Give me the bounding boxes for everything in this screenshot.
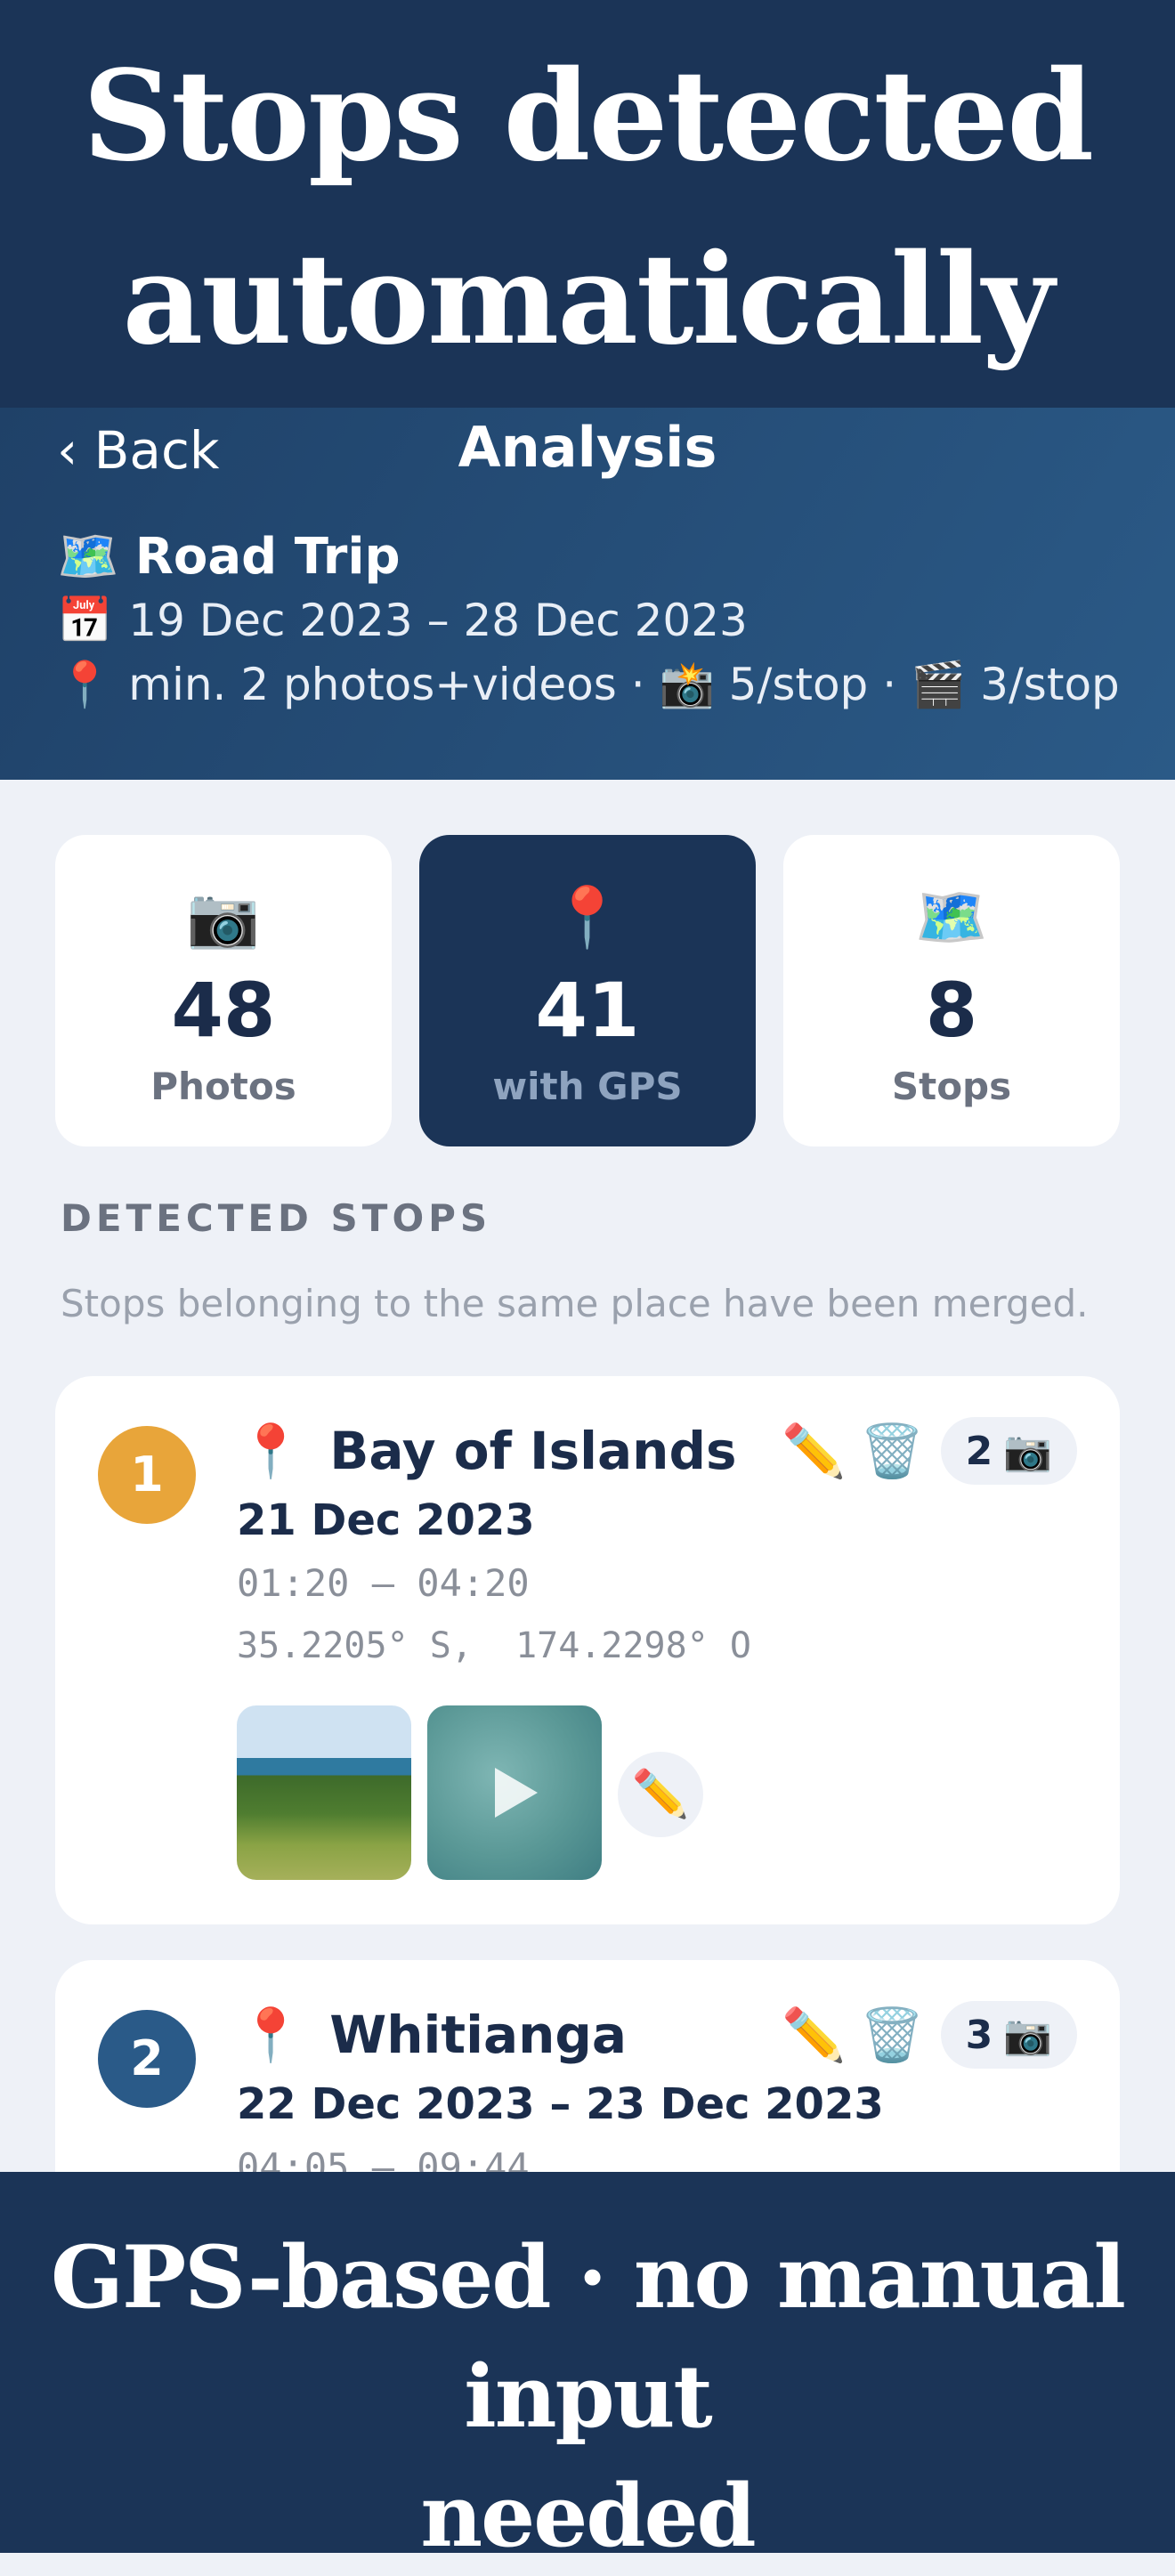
map-icon: 🗺️ — [914, 883, 989, 952]
edit-media-button[interactable]: ✏️ — [618, 1752, 703, 1837]
video-thumbnail[interactable] — [427, 1705, 602, 1880]
stop-card[interactable]: 1 📍 Bay of Islands ✏️ 🗑️ 2 📷 21 Dec 2023 … — [55, 1376, 1120, 1924]
top-banner: Stops detected automatically — [0, 0, 1175, 408]
bottom-banner: GPS-based · no manual input needed — [0, 2172, 1175, 2566]
trip-params: min. 2 photos+videos · 📸 5/stop · 🎬 3/st… — [128, 659, 1120, 710]
stat-stops: 🗺️ 8 Stops — [783, 835, 1120, 1146]
stat-gps: 📍 41 with GPS — [419, 835, 756, 1146]
banner-caption-line1: GPS-based · no manual input — [51, 2227, 1126, 2447]
stop-name: Whitianga — [329, 2005, 628, 2065]
stop-name-row: 📍 Bay of Islands — [239, 1421, 737, 1482]
stop-name-row: 📍 Whitianga — [239, 2005, 627, 2066]
stop-date: 21 Dec 2023 — [237, 1495, 535, 1545]
stat-gps-value: 41 — [535, 967, 640, 1054]
stat-photos-value: 48 — [171, 967, 276, 1054]
pencil-icon[interactable]: ✏️ — [782, 1421, 846, 1482]
stop-actions: ✏️ 🗑️ 3 📷 — [767, 2001, 1077, 2069]
camera-icon: 📷 — [1003, 2013, 1052, 2058]
section-subtitle: Stops belonging to the same place have b… — [61, 1282, 1089, 1325]
stat-photos: 📷 48 Photos — [55, 835, 392, 1146]
trash-icon[interactable]: 🗑️ — [860, 2005, 924, 2066]
play-icon — [495, 1768, 538, 1818]
pin-icon: 📍 — [239, 1421, 304, 1481]
trip-dates-row: 📅 19 Dec 2023 – 28 Dec 2023 — [57, 595, 748, 647]
pin-icon: 📍 — [239, 2005, 304, 2065]
stat-gps-label: with GPS — [492, 1065, 683, 1108]
banner-caption-line2: needed — [420, 2466, 756, 2566]
trip-name: Road Trip — [134, 528, 401, 586]
photo-thumbnail[interactable] — [237, 1705, 411, 1880]
stop-actions: ✏️ 🗑️ 2 📷 — [767, 1417, 1077, 1485]
stop-name: Bay of Islands — [329, 1421, 737, 1481]
stop-coordinates: 35.2205° S, 174.2298° O — [237, 1625, 751, 1666]
stat-photos-label: Photos — [150, 1065, 296, 1108]
stop-number-badge: 1 — [98, 1426, 196, 1524]
banner-headline-line1: Stops detected — [82, 44, 1094, 190]
trip-params-row: 📍 min. 2 photos+videos · 📸 5/stop · 🎬 3/s… — [57, 659, 1120, 711]
photo-count-badge: 3 📷 — [940, 2001, 1077, 2069]
trip-name-row: 🗺️ Road Trip — [57, 527, 401, 586]
banner-headline-line2: automatically — [122, 227, 1055, 373]
pin-icon: 📍 — [550, 883, 625, 952]
stop-number-badge: 2 — [98, 2010, 196, 2108]
section-title: DETECTED STOPS — [61, 1196, 492, 1240]
photo-count-badge: 2 📷 — [940, 1417, 1077, 1485]
calendar-icon: 📅 — [57, 595, 113, 646]
stop-time: 01:20 – 04:20 — [237, 1561, 530, 1605]
map-icon: 🗺️ — [57, 528, 119, 586]
trip-dates: 19 Dec 2023 – 28 Dec 2023 — [128, 595, 748, 646]
stat-stops-value: 8 — [925, 967, 978, 1054]
camera-icon: 📷 — [186, 883, 261, 952]
photo-count: 2 — [965, 1428, 993, 1474]
page-title: Analysis — [458, 415, 717, 480]
camera-icon: 📷 — [1003, 1429, 1052, 1474]
pencil-icon[interactable]: ✏️ — [782, 2005, 846, 2066]
trash-icon[interactable]: 🗑️ — [860, 1421, 924, 1482]
stop-date: 22 Dec 2023 – 23 Dec 2023 — [237, 2079, 884, 2129]
photo-count: 3 — [965, 2012, 993, 2058]
pin-icon: 📍 — [57, 659, 113, 710]
stat-stops-label: Stops — [891, 1065, 1012, 1108]
